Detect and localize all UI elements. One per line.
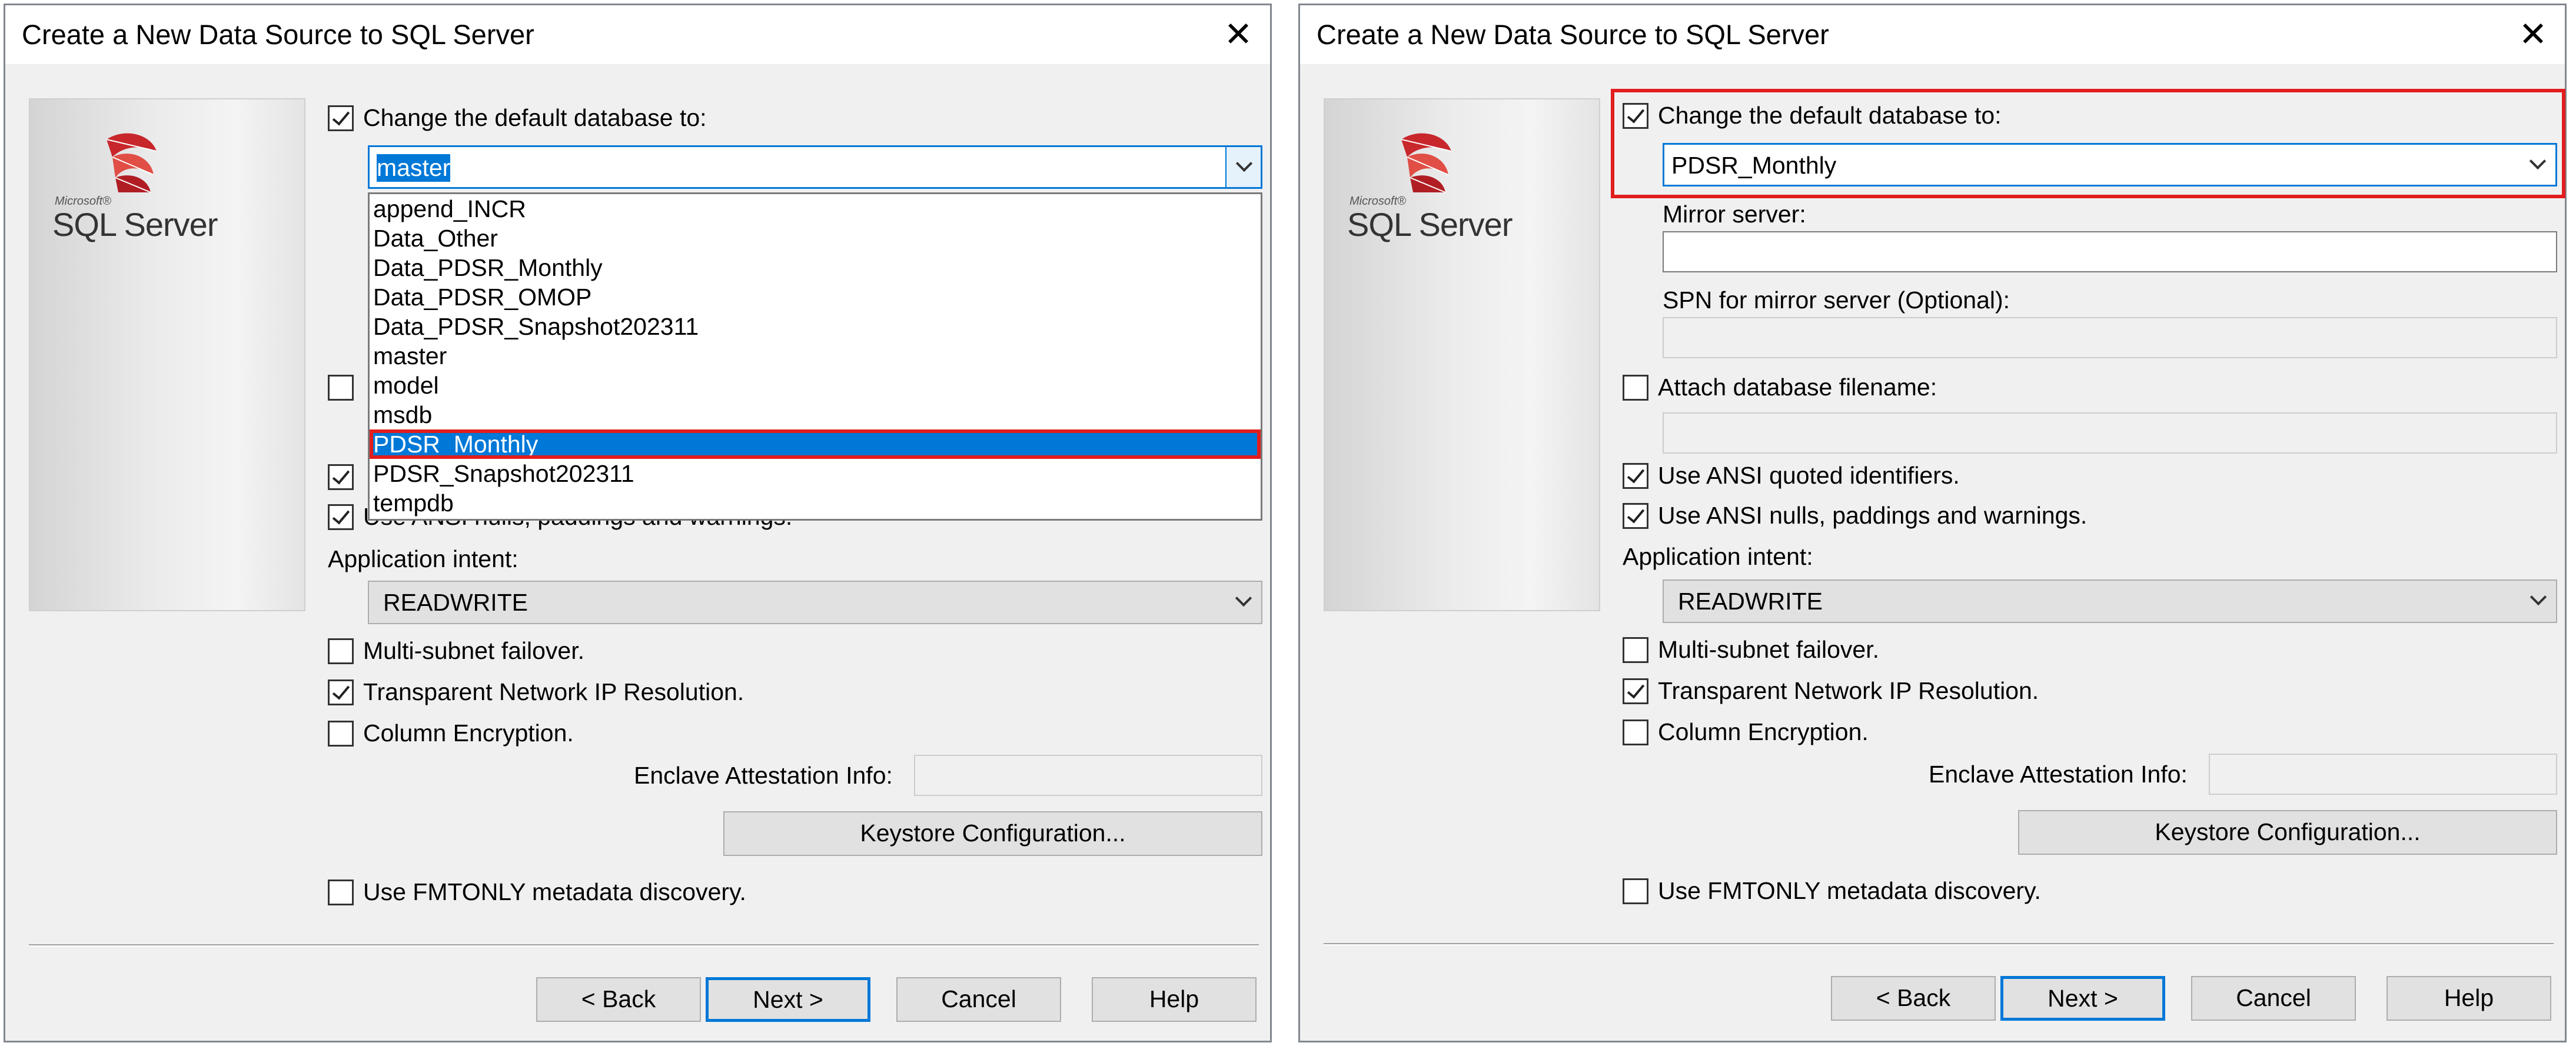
- ansi-quoted-label: Use ANSI quoted identifiers.: [1658, 462, 1960, 489]
- cancel-button[interactable]: Cancel: [2191, 976, 2356, 1021]
- attach-db-checkbox[interactable]: [1623, 375, 1648, 401]
- ansi-nulls-checkbox[interactable]: [328, 504, 354, 530]
- dropdown-option[interactable]: Data_Other: [370, 224, 1261, 253]
- close-icon[interactable]: ✕: [2507, 11, 2559, 58]
- sql-server-logo-icon: [1401, 133, 1452, 193]
- change-default-db-checkbox[interactable]: [328, 105, 354, 131]
- change-default-db-label: Change the default database to:: [1658, 102, 2002, 129]
- chevron-down-icon[interactable]: [1225, 147, 1261, 187]
- sql-server-logo-panel: Microsoft® SQL Server: [29, 98, 305, 611]
- fmtonly-label: Use FMTONLY metadata discovery.: [1658, 877, 2041, 904]
- change-default-db-checkbox[interactable]: [1623, 103, 1648, 129]
- enclave-input: [914, 755, 1262, 796]
- dropdown-option[interactable]: Data_PDSR_OMOP: [370, 282, 1261, 312]
- title-bar: Create a New Data Source to SQL Server ✕: [1300, 5, 2565, 64]
- dialog-right: Create a New Data Source to SQL Server ✕…: [1298, 4, 2567, 1042]
- application-intent-value: READWRITE: [383, 589, 528, 616]
- separator: [1324, 943, 2554, 945]
- application-intent-label: Application intent:: [328, 545, 518, 572]
- title-bar: Create a New Data Source to SQL Server ✕: [5, 5, 1270, 64]
- spn-label: SPN for mirror server (Optional):: [1663, 287, 2010, 314]
- next-button[interactable]: Next >: [2000, 976, 2165, 1021]
- application-intent-value: READWRITE: [1678, 588, 1823, 615]
- default-database-combo[interactable]: PDSR_Monthly: [1663, 143, 2557, 186]
- application-intent-label: Application intent:: [1623, 543, 1813, 570]
- enclave-input: [2209, 754, 2557, 795]
- keystore-configuration-button[interactable]: Keystore Configuration...: [723, 811, 1262, 856]
- dialog-title: Create a New Data Source to SQL Server: [1317, 19, 1829, 50]
- database-dropdown-list[interactable]: append_INCR Data_Other Data_PDSR_Monthly…: [368, 192, 1262, 521]
- ansi-nulls-label: Use ANSI nulls, paddings and warnings.: [1658, 502, 2088, 529]
- application-intent-combo[interactable]: READWRITE: [1663, 579, 2557, 623]
- attach-db-label: Attach database filename:: [1658, 374, 1937, 401]
- cancel-button[interactable]: Cancel: [896, 977, 1061, 1022]
- mirror-server-label: Mirror server:: [1663, 201, 1806, 228]
- multi-subnet-label: Multi-subnet failover.: [363, 637, 585, 664]
- chevron-down-icon[interactable]: [1226, 582, 1261, 623]
- dropdown-option[interactable]: model: [370, 371, 1261, 400]
- dialog-left: Create a New Data Source to SQL Server ✕…: [4, 4, 1272, 1042]
- mirror-server-input[interactable]: [1663, 231, 2557, 272]
- change-default-db-label: Change the default database to:: [363, 104, 707, 131]
- column-encryption-checkbox[interactable]: [328, 721, 354, 747]
- sql-server-logo-panel: Microsoft® SQL Server: [1324, 98, 1600, 611]
- dropdown-option[interactable]: PDSR_Snapshot202311: [370, 459, 1261, 488]
- logo-sql-server-text: SQL Server: [52, 206, 218, 243]
- multi-subnet-checkbox[interactable]: [328, 638, 354, 664]
- chevron-down-icon[interactable]: [2520, 145, 2555, 185]
- ansi-quoted-checkbox[interactable]: [328, 464, 354, 490]
- tnir-label: Transparent Network IP Resolution.: [363, 678, 744, 705]
- multi-subnet-checkbox[interactable]: [1623, 637, 1648, 663]
- dialog-title: Create a New Data Source to SQL Server: [22, 19, 534, 50]
- ansi-nulls-checkbox[interactable]: [1623, 503, 1648, 529]
- tnir-checkbox[interactable]: [1623, 678, 1648, 704]
- fmtonly-checkbox[interactable]: [328, 880, 354, 905]
- application-intent-combo[interactable]: READWRITE: [368, 581, 1262, 624]
- dropdown-option[interactable]: Data_PDSR_Snapshot202311: [370, 312, 1261, 341]
- ansi-quoted-checkbox[interactable]: [1623, 463, 1648, 489]
- multi-subnet-label: Multi-subnet failover.: [1658, 636, 1880, 663]
- attach-db-input: [1663, 412, 2557, 454]
- column-encryption-label: Column Encryption.: [1658, 718, 1869, 745]
- default-database-value: PDSR_Monthly: [1671, 152, 1837, 179]
- keystore-configuration-button[interactable]: Keystore Configuration...: [2018, 810, 2557, 855]
- tnir-label: Transparent Network IP Resolution.: [1658, 677, 2039, 704]
- back-button[interactable]: < Back: [1831, 976, 1996, 1021]
- help-button[interactable]: Help: [2386, 976, 2551, 1021]
- sql-server-logo-icon: [106, 133, 157, 193]
- back-button[interactable]: < Back: [536, 977, 701, 1022]
- close-icon[interactable]: ✕: [1212, 11, 1264, 58]
- attach-db-checkbox[interactable]: [328, 375, 354, 401]
- fmtonly-label: Use FMTONLY metadata discovery.: [363, 878, 746, 905]
- dropdown-option[interactable]: master: [370, 341, 1261, 371]
- fmtonly-checkbox[interactable]: [1623, 878, 1648, 904]
- enclave-label: Enclave Attestation Info:: [1929, 761, 2188, 788]
- tnir-checkbox[interactable]: [328, 679, 354, 705]
- dropdown-option[interactable]: tempdb: [370, 488, 1261, 518]
- spn-input: [1663, 317, 2557, 358]
- logo-sql-server-text: SQL Server: [1347, 206, 1513, 243]
- dropdown-option[interactable]: append_INCR: [370, 194, 1261, 224]
- chevron-down-icon[interactable]: [2521, 581, 2556, 622]
- help-button[interactable]: Help: [1092, 977, 1257, 1022]
- column-encryption-label: Column Encryption.: [363, 719, 574, 747]
- dropdown-option[interactable]: msdb: [370, 400, 1261, 429]
- default-database-value: master: [377, 154, 451, 182]
- next-button[interactable]: Next >: [706, 977, 870, 1022]
- dropdown-option[interactable]: Data_PDSR_Monthly: [370, 253, 1261, 282]
- enclave-label: Enclave Attestation Info:: [634, 762, 893, 789]
- default-database-combo[interactable]: master: [368, 145, 1262, 189]
- column-encryption-checkbox[interactable]: [1623, 719, 1648, 745]
- dropdown-option-highlighted[interactable]: PDSR_Monthly: [370, 429, 1261, 459]
- separator: [29, 944, 1259, 947]
